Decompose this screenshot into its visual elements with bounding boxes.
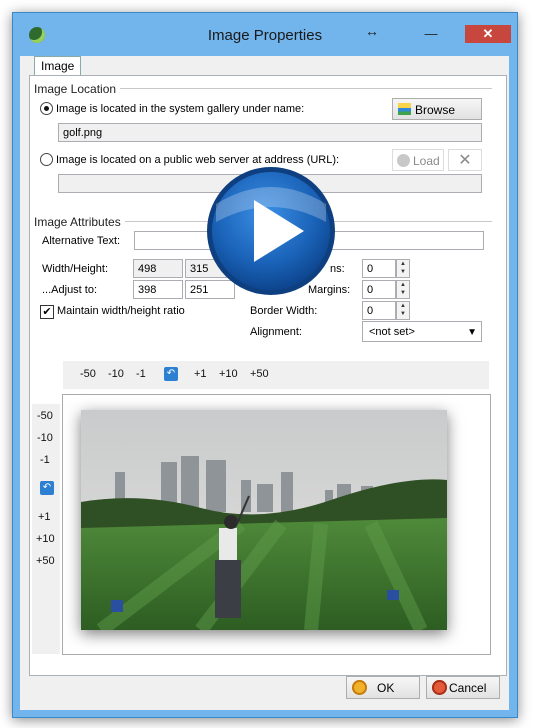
adjust-to-label: ...Adjust to: [42,284,98,296]
close-button[interactable]: ✕ [465,25,511,43]
width-plus-50-button[interactable]: +50 [250,368,269,380]
play-icon[interactable] [204,164,338,298]
width-step-toolbar [63,361,489,389]
height-minus-1-button[interactable]: -1 [40,454,50,466]
width-plus-1-button[interactable]: +1 [194,368,207,380]
resize-icon: ↔ [365,23,379,39]
adjust-width-field[interactable]: 398 [133,280,183,299]
gallery-radio[interactable] [40,102,53,115]
vertical-margins-spinner[interactable]: ▲ ▼ [396,280,410,299]
width-height-label: Width/Height: [42,263,109,275]
horizontal-margins-field[interactable]: 0 [362,259,396,278]
load-icon [397,154,410,167]
load-button: Load [392,149,444,171]
tab-image[interactable]: Image [34,56,82,75]
load-label: Load [413,154,440,168]
reset-width-icon[interactable]: ↶ [164,367,178,381]
width-minus-10-button[interactable]: -10 [108,368,124,380]
ok-icon [352,680,367,695]
border-width-field[interactable]: 0 [362,301,396,320]
cancel-icon [432,680,447,695]
clear-url-button: ✕ [448,149,482,171]
title-bar[interactable]: Image Properties ↔ — ✕ [13,13,517,53]
border-width-spinner[interactable]: ▲ ▼ [396,301,410,320]
reset-height-icon[interactable]: ↶ [40,481,54,495]
clear-icon: ✕ [458,152,472,169]
horizontal-margins-spinner[interactable]: ▲ ▼ [396,259,410,278]
image-preview [81,410,447,630]
vertical-margins-field[interactable]: 0 [362,280,396,299]
alt-text-label: Alternative Text: [42,235,121,247]
browse-button[interactable]: Browse [392,98,482,120]
width-minus-50-button[interactable]: -50 [80,368,96,380]
width-minus-1-button[interactable]: -1 [136,368,146,380]
ok-label: OK [377,681,395,695]
image-location-heading: Image Location [34,82,121,96]
maintain-ratio-checkbox[interactable]: ✔ [40,305,54,319]
width-field: 498 [133,259,183,278]
alignment-select[interactable]: <not set> ▼ [362,321,482,342]
height-minus-10-button[interactable]: -10 [37,432,53,444]
image-attributes-heading: Image Attributes [34,215,125,229]
browse-icon [398,103,411,115]
browse-label: Browse [415,103,456,117]
width-plus-10-button[interactable]: +10 [219,368,238,380]
alignment-label: Alignment: [250,326,302,338]
height-plus-10-button[interactable]: +10 [36,533,55,545]
height-plus-1-button[interactable]: +1 [38,511,51,523]
border-width-label: Border Width: [250,305,318,317]
group-divider [112,88,492,89]
gallery-radio-label: Image is located in the system gallery u… [56,103,305,115]
ok-button[interactable]: OK [346,676,420,699]
alignment-value: <not set> [369,326,415,338]
maintain-ratio-label: Maintain width/height ratio [57,305,185,317]
height-minus-50-button[interactable]: -50 [37,410,53,422]
minimize-button[interactable]: — [417,25,445,43]
height-plus-50-button[interactable]: +50 [36,555,55,567]
cancel-button[interactable]: Cancel [426,676,500,699]
url-radio[interactable] [40,153,53,166]
cancel-label: Cancel [449,681,487,695]
chevron-down-icon: ▼ [467,327,477,338]
gallery-name-field[interactable]: golf.png [58,123,482,142]
